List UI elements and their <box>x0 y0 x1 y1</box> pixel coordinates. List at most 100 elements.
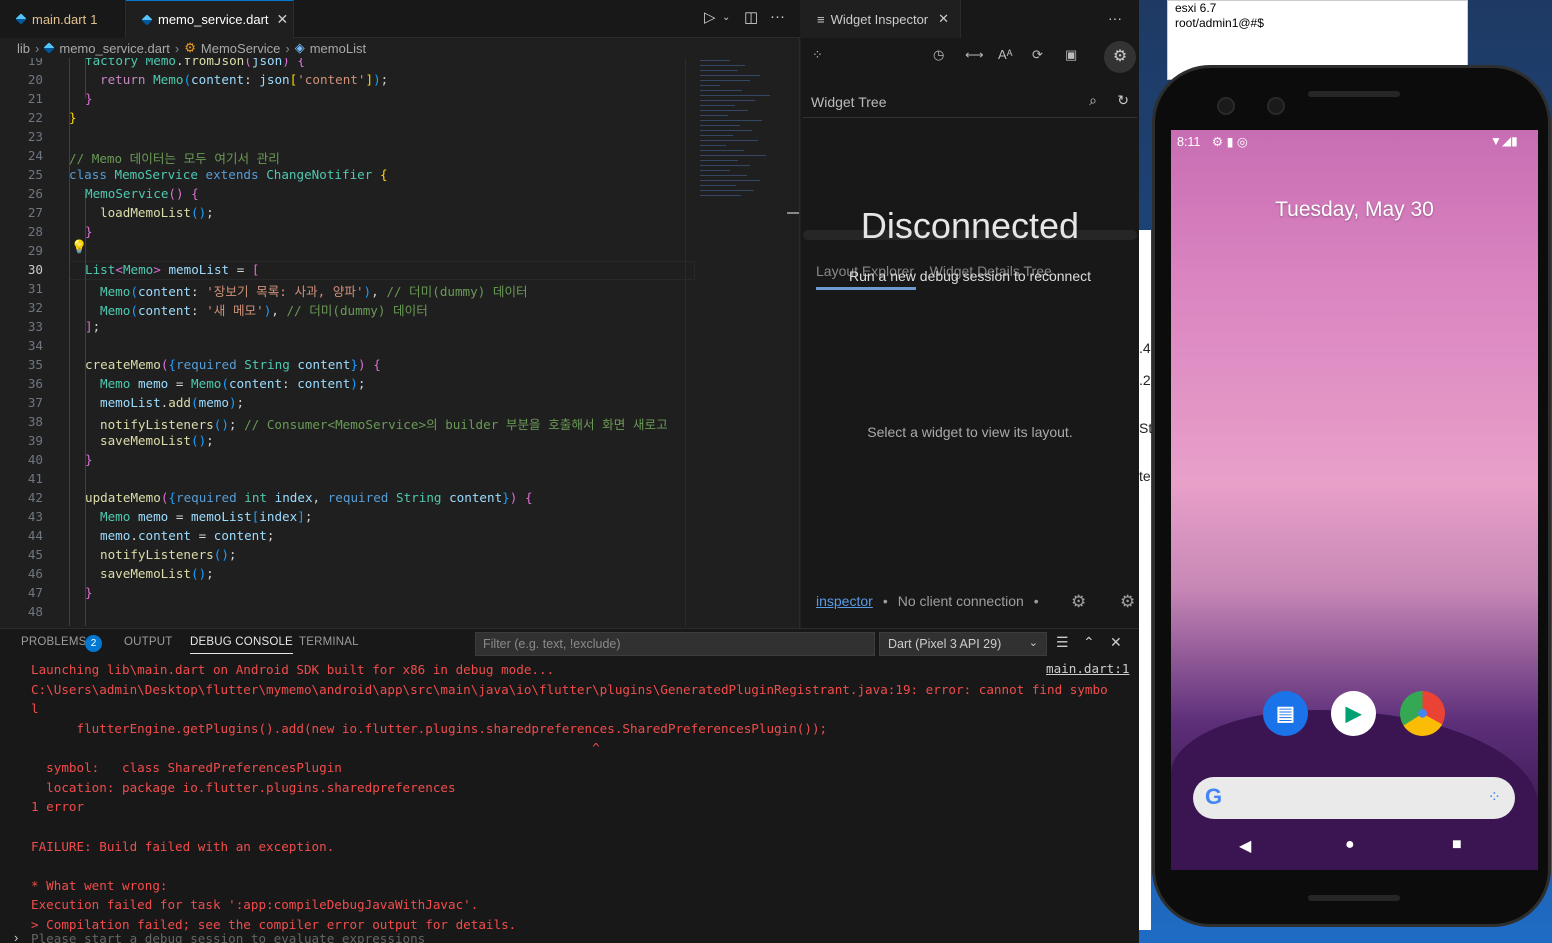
edge-text: .2 <box>1139 372 1151 388</box>
inspector-footer: inspector • No client connection • <box>816 593 1039 609</box>
class-icon: ⚙ <box>184 40 196 55</box>
breadcrumb-class[interactable]: MemoService <box>201 41 280 56</box>
clear-console-icon[interactable]: ☰ <box>1056 634 1069 651</box>
back-icon[interactable]: ◀ <box>1239 836 1251 856</box>
widget-tree-header: Widget Tree ⌕ ↻ <box>803 84 1137 118</box>
tab-widget-inspector[interactable]: ≡ Widget Inspector ✕ <box>801 0 961 38</box>
code-line: factory Memo.fromJson(json) { <box>85 58 305 68</box>
gear-icon[interactable]: ⚙ <box>1120 592 1135 612</box>
google-icon: G <box>1205 784 1223 809</box>
line-number: 26 <box>27 186 43 201</box>
code-line: Memo(content: '장보기 목록: 사과, 양파'), // 더미(d… <box>100 284 528 299</box>
home-date[interactable]: Tuesday, May 30 <box>1171 198 1538 222</box>
maximize-panel-icon[interactable]: ⌃ <box>1083 634 1095 651</box>
tab-debug-console[interactable]: DEBUG CONSOLE <box>190 636 293 654</box>
minimap-line <box>700 185 736 186</box>
minimap-line <box>700 130 752 131</box>
console-filter-input[interactable]: Filter (e.g. text, !exclude) <box>475 632 875 656</box>
minimap-line <box>700 180 760 181</box>
code-line: updateMemo({required int index, required… <box>85 490 533 505</box>
code-line: } <box>85 224 93 239</box>
close-icon[interactable]: ✕ <box>938 11 949 27</box>
run-icon[interactable]: ▷ <box>704 8 716 26</box>
guidelines-icon[interactable]: ⟷ <box>965 47 984 63</box>
line-number: 21 <box>27 91 43 106</box>
breadcrumb-field[interactable]: memoList <box>310 41 366 56</box>
background-window <box>1139 230 1151 930</box>
assistant-icon[interactable]: ⁘ <box>1488 787 1501 807</box>
code-line: MemoService() { <box>85 186 199 201</box>
camera <box>1217 97 1235 115</box>
close-tab-icon[interactable]: ✕ <box>277 11 289 28</box>
active-tab-underline <box>816 287 916 290</box>
wifi-battery-icon: ▼◢▮ <box>1490 134 1518 148</box>
line-number: 33 <box>27 319 43 334</box>
chevron-right-icon: › <box>285 40 290 56</box>
code-area[interactable]: 19 factory Memo.fromJson(json) { 20 retu… <box>0 58 698 626</box>
code-line: // Memo 데이터는 모두 여기서 관리 <box>69 151 280 166</box>
code-line: createMemo({required String content}) { <box>85 357 381 372</box>
more-actions-icon[interactable]: ··· <box>1108 10 1122 26</box>
split-editor-icon[interactable]: ◫ <box>744 8 758 26</box>
line-number: 32 <box>27 300 43 315</box>
image-icon[interactable]: ▣ <box>1065 47 1077 63</box>
connection-status: No client connection <box>897 593 1024 609</box>
edge-text: te <box>1139 468 1151 484</box>
list-icon: ≡ <box>817 11 825 27</box>
code-line: loadMemoList(); <box>100 205 214 220</box>
edge-text: .4 <box>1139 340 1151 356</box>
chevron-down-icon[interactable]: ⌄ <box>722 12 730 23</box>
tab-main-dart[interactable]: main.dart 1 <box>0 0 126 38</box>
play-store-app-icon[interactable]: ▶ <box>1331 691 1376 736</box>
indent-guide <box>85 193 86 626</box>
refresh-icon[interactable]: ↻ <box>1117 92 1129 109</box>
breadcrumb-file[interactable]: memo_service.dart <box>59 41 170 56</box>
search-icon[interactable]: ⌕ <box>1089 92 1097 109</box>
paint-icon[interactable]: ⟳ <box>1032 47 1043 63</box>
tab-terminal[interactable]: TERMINAL <box>299 636 359 648</box>
close-panel-icon[interactable]: ✕ <box>1110 634 1122 651</box>
more-actions-icon[interactable]: ··· <box>770 8 785 25</box>
minimap-line <box>700 65 745 66</box>
minimap-line <box>700 110 748 111</box>
select-widget-icon[interactable]: ⁘ <box>812 47 823 63</box>
disconnected-title: Disconnected <box>860 205 1080 246</box>
gear-icon[interactable]: ⚙ <box>1104 41 1136 73</box>
code-line: saveMemoList(); <box>100 566 214 581</box>
timer-icon[interactable]: ◷ <box>933 47 944 63</box>
code-line: List<Memo> memoList = [ <box>85 262 260 277</box>
indent-guide <box>69 58 70 626</box>
tab-memo-service-dart[interactable]: memo_service.dart ✕ <box>126 0 294 38</box>
scrollbar[interactable] <box>787 212 799 214</box>
console-line: symbol: class SharedPreferencesPlugin <box>31 760 342 775</box>
chrome-app-icon[interactable]: ● <box>1400 691 1445 736</box>
console-line: location: package io.flutter.plugins.sha… <box>31 780 456 795</box>
console-input[interactable]: Please start a debug session to evaluate… <box>31 931 425 943</box>
code-line: notifyListeners(); // Consumer<MemoServi… <box>100 417 668 432</box>
google-search-bar[interactable]: G ⁘ <box>1193 777 1515 819</box>
status-bar: 8:11 ⚙ ▮ ◎ <box>1177 135 1248 149</box>
source-link[interactable]: main.dart:1 <box>1046 661 1129 676</box>
home-icon[interactable]: ● <box>1345 836 1355 854</box>
dart-file-icon <box>141 13 153 26</box>
divider <box>685 58 686 626</box>
tab-output[interactable]: OUTPUT <box>124 636 172 648</box>
code-line: memo.content = content; <box>100 528 275 543</box>
minimap-line <box>700 175 747 176</box>
console-line: Execution failed for task ':app:compileD… <box>31 897 479 912</box>
messages-app-icon[interactable]: ▤ <box>1263 691 1308 736</box>
recents-icon[interactable]: ■ <box>1452 836 1462 854</box>
lightbulb-icon[interactable]: 💡 <box>71 240 87 255</box>
text-size-icon[interactable]: Aᴬ <box>998 47 1013 62</box>
code-line: Memo memo = Memo(content: content); <box>100 376 366 391</box>
breadcrumb-lib[interactable]: lib <box>17 41 30 56</box>
debug-session-select[interactable]: Dart (Pixel 3 API 29) ⌄ <box>879 632 1047 656</box>
inspector-link[interactable]: inspector <box>816 593 873 609</box>
line-number: 42 <box>27 490 43 505</box>
gear-icon[interactable]: ⚙ <box>1071 592 1086 612</box>
minimap[interactable] <box>700 58 785 218</box>
tab-problems[interactable]: PROBLEMS <box>21 636 87 648</box>
console-line: ^ <box>31 740 600 755</box>
code-line: } <box>85 452 93 467</box>
minimap-line <box>700 150 744 151</box>
